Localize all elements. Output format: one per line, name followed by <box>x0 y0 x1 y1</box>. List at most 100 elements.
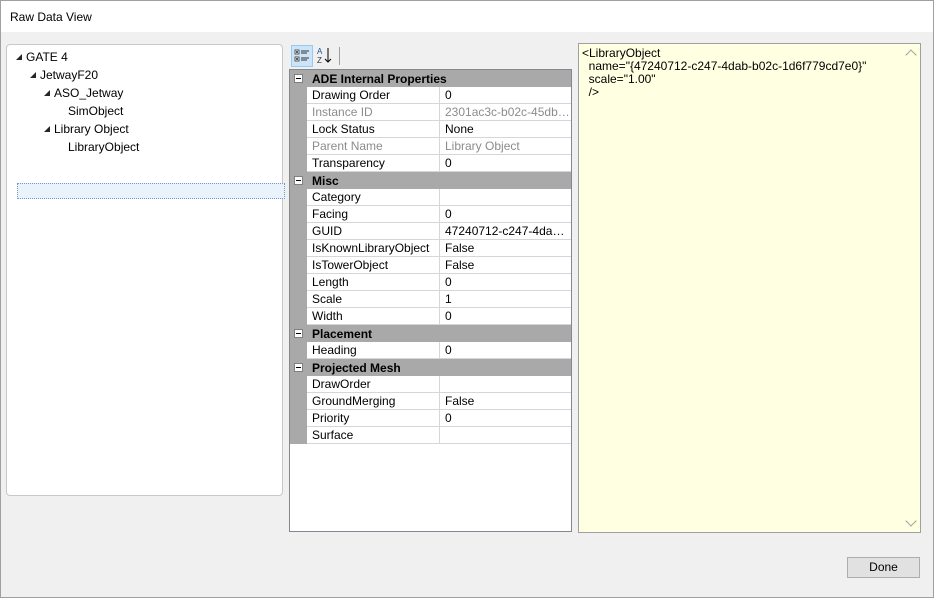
property-value[interactable]: False <box>440 240 571 257</box>
row-gutter <box>290 274 307 291</box>
property-name: Drawing Order <box>307 87 440 104</box>
property-value[interactable]: 0 <box>440 87 571 104</box>
tree-node-label: LibraryObject <box>68 140 140 154</box>
title-bar: Raw Data View <box>0 0 934 32</box>
property-name: Parent Name <box>307 138 440 155</box>
categorized-icon <box>294 49 309 62</box>
property-row-groundmerging[interactable]: GroundMerging False <box>290 393 571 410</box>
property-name: Category <box>307 189 440 206</box>
property-row-scale[interactable]: Scale 1 <box>290 291 571 308</box>
property-name: Length <box>307 274 440 291</box>
property-name: IsTowerObject <box>307 257 440 274</box>
property-value[interactable]: 0 <box>440 274 571 291</box>
tree-node-library-object[interactable]: Library Object <box>44 121 129 137</box>
property-value[interactable] <box>440 427 571 444</box>
row-gutter <box>290 223 307 240</box>
property-value[interactable]: 0 <box>440 342 571 359</box>
property-value[interactable]: False <box>440 257 571 274</box>
xml-line: <LibraryObject <box>582 46 661 60</box>
category-projected-mesh[interactable]: Projected Mesh <box>290 359 571 376</box>
property-value[interactable]: 0 <box>440 155 571 172</box>
expand-arrow-icon[interactable] <box>44 90 50 96</box>
category-label: ADE Internal Properties <box>312 72 447 86</box>
property-name: Width <box>307 308 440 325</box>
property-row-width[interactable]: Width 0 <box>290 308 571 325</box>
property-row-draworder[interactable]: DrawOrder <box>290 376 571 393</box>
raw-xml-text: <LibraryObject name="{47240712-c247-4dab… <box>582 47 866 99</box>
raw-xml-textbox[interactable]: <LibraryObject name="{47240712-c247-4dab… <box>578 43 921 533</box>
category-misc[interactable]: Misc <box>290 172 571 189</box>
collapse-icon[interactable] <box>294 176 303 185</box>
property-row-istowerobject[interactable]: IsTowerObject False <box>290 257 571 274</box>
svg-text:A: A <box>317 47 323 56</box>
collapse-icon[interactable] <box>294 329 303 338</box>
property-row-transparency[interactable]: Transparency 0 <box>290 155 571 172</box>
row-gutter <box>290 342 307 359</box>
property-row-length[interactable]: Length 0 <box>290 274 571 291</box>
alphabetical-button[interactable]: A Z <box>315 45 337 67</box>
property-value[interactable]: None <box>440 121 571 138</box>
xml-line: scale="1.00" <box>582 72 656 86</box>
property-value[interactable] <box>440 376 571 393</box>
property-name: Facing <box>307 206 440 223</box>
tree-node-label: SimObject <box>68 104 124 118</box>
property-value[interactable]: Library Object <box>440 138 571 155</box>
categorized-button[interactable] <box>291 45 313 67</box>
property-name: Surface <box>307 427 440 444</box>
toolbar-separator <box>339 47 340 65</box>
row-gutter <box>290 87 307 104</box>
row-gutter <box>290 427 307 444</box>
expand-arrow-icon[interactable] <box>16 54 22 60</box>
scroll-down-icon[interactable] <box>905 515 917 527</box>
category-placement[interactable]: Placement <box>290 325 571 342</box>
tree-node-jetwayf20[interactable]: JetwayF20 <box>30 67 98 83</box>
property-row-priority[interactable]: Priority 0 <box>290 410 571 427</box>
row-gutter <box>290 257 307 274</box>
scroll-up-icon[interactable] <box>905 49 917 61</box>
category-label: Misc <box>312 174 339 188</box>
property-row-lock-status[interactable]: Lock Status None <box>290 121 571 138</box>
row-gutter <box>290 104 307 121</box>
expand-arrow-icon[interactable] <box>30 72 36 78</box>
property-row-category[interactable]: Category <box>290 189 571 206</box>
object-tree[interactable]: GATE 4 JetwayF20 ASO_Jetway SimObject Li… <box>6 44 285 496</box>
property-row-drawing-order[interactable]: Drawing Order 0 <box>290 87 571 104</box>
row-gutter <box>290 376 307 393</box>
property-value[interactable]: 0 <box>440 308 571 325</box>
expand-arrow-icon[interactable] <box>44 126 50 132</box>
property-value[interactable]: 0 <box>440 410 571 427</box>
property-row-isknownlibraryobject[interactable]: IsKnownLibraryObject False <box>290 240 571 257</box>
property-value[interactable]: 2301ac3c-b02c-45db-b6... <box>440 104 571 121</box>
row-gutter <box>290 393 307 410</box>
tree-node-label: GATE 4 <box>26 50 68 64</box>
collapse-icon[interactable] <box>294 363 303 372</box>
property-row-guid[interactable]: GUID 47240712-c247-4dab-b0... <box>290 223 571 240</box>
xml-line: name="{47240712-c247-4dab-b02c-1d6f779cd… <box>582 59 867 73</box>
tree-node-gate-4[interactable]: GATE 4 <box>16 49 68 65</box>
done-button[interactable]: Done <box>847 557 920 578</box>
collapse-icon[interactable] <box>294 74 303 83</box>
property-row-parent-name[interactable]: Parent Name Library Object <box>290 138 571 155</box>
property-name: Lock Status <box>307 121 440 138</box>
tree-node-aso-jetway[interactable]: ASO_Jetway <box>44 85 123 101</box>
window-title: Raw Data View <box>10 10 92 24</box>
property-value[interactable]: 0 <box>440 206 571 223</box>
row-gutter <box>290 410 307 427</box>
category-ade-internal-properties[interactable]: ADE Internal Properties <box>290 70 571 87</box>
property-value[interactable]: 47240712-c247-4dab-b0... <box>440 223 571 240</box>
property-value[interactable] <box>440 189 571 206</box>
property-name: Scale <box>307 291 440 308</box>
property-value[interactable]: False <box>440 393 571 410</box>
property-row-instance-id[interactable]: Instance ID 2301ac3c-b02c-45db-b6... <box>290 104 571 121</box>
tree-node-simobject[interactable]: SimObject <box>68 103 123 119</box>
vertical-scrollbar[interactable] <box>903 44 920 532</box>
property-value[interactable]: 1 <box>440 291 571 308</box>
row-gutter <box>290 206 307 223</box>
tree-node-libraryobject-selected[interactable]: LibraryObject <box>68 139 139 155</box>
property-row-facing[interactable]: Facing 0 <box>290 206 571 223</box>
property-row-surface[interactable]: Surface <box>290 427 571 444</box>
property-row-heading[interactable]: Heading 0 <box>290 342 571 359</box>
property-grid[interactable]: ADE Internal Properties Drawing Order 0 … <box>289 69 572 532</box>
row-gutter <box>290 155 307 172</box>
sort-alphabetical-icon: A Z <box>317 47 332 65</box>
